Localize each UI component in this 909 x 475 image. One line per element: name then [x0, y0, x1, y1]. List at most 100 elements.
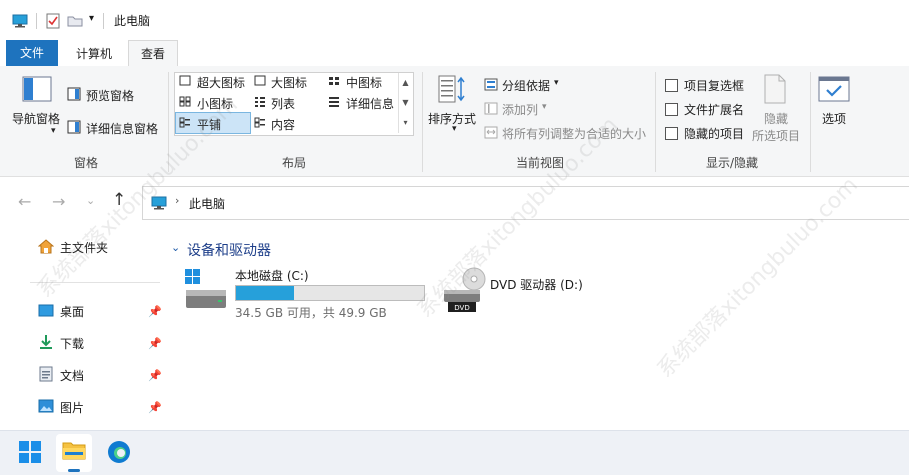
pin-icon[interactable]: 📌 [148, 337, 162, 350]
sort-by-dropdown-icon[interactable]: ▾ [452, 124, 457, 134]
file-extensions-checkbox[interactable] [665, 103, 678, 116]
active-indicator [68, 469, 80, 472]
up-icon[interactable]: ↑ [112, 190, 126, 210]
add-columns-dropdown-icon[interactable]: ▾ [542, 102, 547, 112]
properties-icon[interactable] [46, 13, 60, 29]
section-collapse-icon[interactable]: ⌄ [171, 241, 180, 254]
fit-columns-button[interactable]: 将所有列调整为合适的大小 [502, 125, 646, 142]
home-icon [38, 239, 54, 254]
address-bar[interactable]: › 此电脑 [142, 186, 909, 220]
hide-selected-label-2[interactable]: 所选项目 [752, 127, 800, 144]
layout-medium-icons[interactable]: 中图标 [346, 74, 382, 91]
sidebar-item-pictures[interactable]: 图片 [60, 399, 84, 416]
drive-usage-fill [236, 286, 295, 300]
dvd-badge: DVD [454, 304, 469, 312]
group-by-dropdown-icon[interactable]: ▾ [554, 78, 559, 88]
taskbar [0, 430, 909, 475]
start-icon[interactable] [19, 441, 41, 463]
group-label-panes: 窗格 [73, 156, 98, 170]
group-by-icon [484, 78, 498, 91]
divider [36, 13, 37, 29]
sidebar-item-home[interactable]: 主文件夹 [60, 239, 108, 256]
pictures-icon [38, 399, 54, 413]
local-disk-icon [185, 269, 226, 308]
small-icons-icon [179, 96, 191, 107]
drive-tile-dvd[interactable]: DVD DVD 驱动器 (D:) [436, 264, 656, 322]
item-checkboxes-checkbox[interactable] [665, 79, 678, 92]
pin-icon[interactable]: 📌 [148, 369, 162, 382]
layout-extra-large-icons[interactable]: 超大图标 [197, 74, 245, 91]
edge-icon[interactable] [107, 440, 131, 464]
layout-list[interactable]: 列表 [271, 95, 295, 112]
file-extensions-label: 文件扩展名 [684, 103, 745, 117]
sort-by-icon [438, 75, 465, 103]
drive-name: 本地磁盘 (C:) [235, 269, 309, 283]
tab-computer[interactable]: 计算机 [68, 42, 120, 66]
dvd-drive-icon: DVD [444, 267, 486, 312]
drive-usage-bar [235, 285, 425, 301]
recent-locations-icon[interactable]: ⌄ [86, 194, 95, 207]
large-icons-icon [254, 75, 266, 86]
hidden-items-checkbox[interactable] [665, 127, 678, 140]
computer-icon [12, 14, 28, 28]
navigation-pane-icon [22, 76, 52, 102]
pin-icon[interactable]: 📌 [148, 305, 162, 318]
layout-details[interactable]: 详细信息 [346, 95, 394, 112]
layout-large-icons[interactable]: 大图标 [271, 74, 307, 91]
tab-view[interactable]: 查看 [128, 40, 178, 67]
title-bar: ▾ 此电脑 [0, 0, 909, 38]
new-folder-icon[interactable] [67, 15, 83, 27]
forward-icon[interactable]: → [52, 192, 65, 211]
list-icon [255, 97, 265, 107]
breadcrumb-chevron-icon[interactable]: › [175, 194, 179, 207]
drive-tile-c[interactable]: 本地磁盘 (C:) 34.5 GB 可用，共 49.9 GB [180, 264, 430, 322]
options-icon [818, 76, 850, 102]
layout-content[interactable]: 内容 [271, 116, 295, 133]
window-title: 此电脑 [114, 14, 151, 28]
preview-pane-button[interactable]: 预览窗格 [86, 87, 134, 104]
ribbon: 导航窗格 ▾ 预览窗格 详细信息窗格 窗格 超大图标 大图标 中图标 小图标 列… [0, 66, 909, 177]
layout-tiles[interactable]: 平铺 [197, 116, 221, 133]
layout-gallery-scroll[interactable]: ▲ ▼ ▾ [398, 73, 412, 133]
content-icon [254, 117, 265, 128]
pin-icon[interactable]: 📌 [148, 401, 162, 414]
fit-columns-icon [484, 126, 498, 139]
nav-pane-dropdown-icon[interactable]: ▾ [51, 126, 56, 136]
details-pane-button[interactable]: 详细信息窗格 [86, 120, 158, 137]
drive-free-space: 34.5 GB 可用，共 49.9 GB [235, 306, 387, 320]
group-label-current-view: 当前视图 [515, 156, 564, 170]
divider [655, 72, 656, 172]
add-columns-button[interactable]: 添加列 [502, 101, 538, 118]
file-explorer-icon[interactable] [62, 440, 86, 460]
group-label-layout: 布局 [281, 156, 306, 170]
computer-icon [151, 196, 167, 210]
group-by-button[interactable]: 分组依据 [502, 77, 550, 94]
add-columns-icon [484, 102, 498, 115]
hide-selected-label-1[interactable]: 隐藏 [764, 110, 788, 127]
sidebar-item-documents[interactable]: 文档 [60, 367, 84, 384]
documents-icon [39, 366, 53, 382]
divider [30, 282, 160, 283]
sidebar-item-desktop[interactable]: 桌面 [60, 303, 84, 320]
navigation-pane-button[interactable]: 导航窗格 [12, 110, 60, 127]
extra-large-icons-icon [179, 75, 191, 86]
divider [103, 13, 104, 29]
tab-file[interactable]: 文件 [6, 40, 58, 66]
divider [810, 72, 811, 172]
breadcrumb-current[interactable]: 此电脑 [189, 195, 225, 212]
desktop-icon [38, 304, 54, 317]
layout-small-icons[interactable]: 小图标 [197, 95, 233, 112]
sidebar-item-downloads[interactable]: 下载 [60, 335, 84, 352]
options-button[interactable]: 选项 [822, 110, 846, 127]
content-area: 主文件夹 桌面 📌 下载 📌 文档 📌 图片 📌 ⌄ 设备和驱动器 本地磁盘 (… [0, 226, 909, 430]
details-pane-icon [67, 120, 81, 134]
details-icon [329, 97, 339, 107]
back-icon[interactable]: ← [18, 192, 31, 211]
download-icon [40, 335, 52, 349]
drive-name: DVD 驱动器 (D:) [490, 278, 583, 292]
ribbon-tabs: 文件 计算机 查看 [0, 38, 909, 67]
group-label-show-hide: 显示/隐藏 [705, 156, 759, 170]
section-title: 设备和驱动器 [187, 243, 271, 259]
medium-icons-icon [329, 77, 339, 85]
quick-access-dropdown-icon[interactable]: ▾ [89, 13, 94, 24]
